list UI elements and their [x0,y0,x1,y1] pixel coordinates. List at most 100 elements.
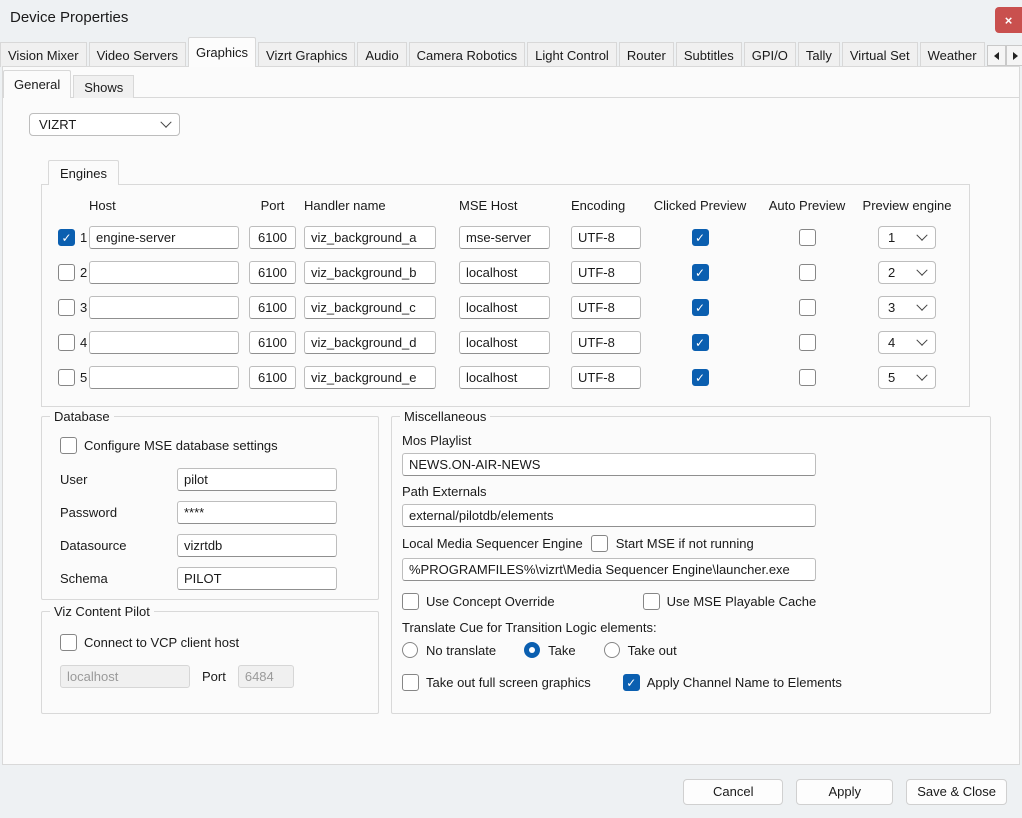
engine-5-handler-input[interactable] [304,366,436,389]
tab-tally[interactable]: Tally [798,42,840,67]
engine-2-number: 2 [80,265,87,280]
tab-router[interactable]: Router [619,42,674,67]
engine-3-handler-input[interactable] [304,296,436,319]
tab-audio[interactable]: Audio [357,42,406,67]
mse-launcher-path-input[interactable] [402,558,816,581]
apply-button[interactable]: Apply [796,779,893,805]
engine-3-mse-host-input[interactable] [459,296,550,319]
engine-1-number: 1 [80,230,87,245]
engine-2-enable-checkbox[interactable]: ✓ [58,264,75,281]
subtab-general[interactable]: General [3,70,71,98]
subtab-shows[interactable]: Shows [73,75,134,98]
vcp-port-input[interactable] [238,665,294,688]
check-icon: ✓ [695,302,705,314]
tab-vizrt-graphics[interactable]: Vizrt Graphics [258,42,355,67]
engine-3-encoding-input[interactable] [571,296,641,319]
engine-3-port-input[interactable] [249,296,296,319]
device-type-select[interactable]: VIZRT [29,113,180,136]
take-radio[interactable] [524,642,540,658]
engine-4-handler-input[interactable] [304,331,436,354]
take-out-full-screen-checkbox[interactable]: ✓ [402,674,419,691]
no-translate-radio[interactable] [402,642,418,658]
take-out-radio[interactable] [604,642,620,658]
path-externals-input[interactable] [402,504,816,527]
engine-2-mse-host-input[interactable] [459,261,550,284]
engine-4-auto-preview-checkbox[interactable]: ✓ [799,334,816,351]
use-mse-playable-cache-checkbox[interactable]: ✓ [643,593,660,610]
check-icon: ✓ [695,337,705,349]
engine-5-preview-engine-select[interactable]: 5 [878,366,936,389]
tab-scroll-right-button[interactable] [1006,45,1022,66]
engine-1-encoding-input[interactable] [571,226,641,249]
schema-input[interactable] [177,567,337,590]
tab-vision-mixer[interactable]: Vision Mixer [0,42,87,67]
radio-dot-icon [529,647,535,653]
connect-vcp-client-checkbox[interactable]: ✓ [60,634,77,651]
engine-2-preview-engine-value: 2 [888,265,895,280]
vcp-host-input[interactable] [60,665,190,688]
engine-3-host-input[interactable] [89,296,239,319]
engine-1-clicked-preview-checkbox[interactable]: ✓ [692,229,709,246]
tab-gpio[interactable]: GPI/O [744,42,796,67]
engine-1-preview-engine-select[interactable]: 1 [878,226,936,249]
tab-subtitles[interactable]: Subtitles [676,42,742,67]
engine-4-port-input[interactable] [249,331,296,354]
engine-5-auto-preview-checkbox[interactable]: ✓ [799,369,816,386]
engine-2-auto-preview-checkbox[interactable]: ✓ [799,264,816,281]
engine-3-number: 3 [80,300,87,315]
engine-3-enable-checkbox[interactable]: ✓ [58,299,75,316]
engine-2-handler-input[interactable] [304,261,436,284]
engine-1-mse-host-input[interactable] [459,226,550,249]
engine-4-enable-checkbox[interactable]: ✓ [58,334,75,351]
datasource-input[interactable] [177,534,337,557]
save-and-close-button[interactable]: Save & Close [906,779,1007,805]
engine-1-host-input[interactable] [89,226,239,249]
tab-weather[interactable]: Weather [920,42,985,67]
engine-1-preview-engine-value: 1 [888,230,895,245]
engine-3-auto-preview-checkbox[interactable]: ✓ [799,299,816,316]
engine-4-host-input[interactable] [89,331,239,354]
tab-camera-robotics[interactable]: Camera Robotics [409,42,525,67]
engine-2-preview-engine-select[interactable]: 2 [878,261,936,284]
tab-virtual-set[interactable]: Virtual Set [842,42,918,67]
close-button[interactable]: × [995,7,1022,33]
engine-2-encoding-input[interactable] [571,261,641,284]
engine-4-clicked-preview-checkbox[interactable]: ✓ [692,334,709,351]
window-title: Device Properties [10,9,128,26]
engine-5-port-input[interactable] [249,366,296,389]
tab-light-control[interactable]: Light Control [527,42,617,67]
engine-2-host-input[interactable] [89,261,239,284]
cancel-button[interactable]: Cancel [683,779,783,805]
engine-4-preview-engine-select[interactable]: 4 [878,331,936,354]
engine-4-encoding-input[interactable] [571,331,641,354]
engine-1-handler-input[interactable] [304,226,436,249]
engine-1-auto-preview-checkbox[interactable]: ✓ [799,229,816,246]
engine-4-mse-host-input[interactable] [459,331,550,354]
engine-5-enable-checkbox[interactable]: ✓ [58,369,75,386]
use-concept-override-checkbox[interactable]: ✓ [402,593,419,610]
engine-5-host-input[interactable] [89,366,239,389]
tab-graphics[interactable]: Graphics [188,37,256,67]
column-header-host: Host [89,198,239,213]
engines-tab[interactable]: Engines [48,160,119,185]
engine-5-clicked-preview-checkbox[interactable]: ✓ [692,369,709,386]
engine-2-clicked-preview-checkbox[interactable]: ✓ [692,264,709,281]
apply-channel-name-checkbox[interactable]: ✓ [623,674,640,691]
mos-playlist-input[interactable] [402,453,816,476]
password-input[interactable] [177,501,337,524]
start-mse-checkbox[interactable]: ✓ [591,535,608,552]
engines-tab-label: Engines [60,166,107,181]
engine-2-port-input[interactable] [249,261,296,284]
engine-3-preview-engine-select[interactable]: 3 [878,296,936,319]
engine-1-port-input[interactable] [249,226,296,249]
user-input[interactable] [177,468,337,491]
tab-scroll-left-button[interactable] [987,45,1006,66]
column-header-clicked-preview: Clicked Preview [641,198,759,213]
configure-mse-database-checkbox[interactable]: ✓ [60,437,77,454]
engine-3-clicked-preview-checkbox[interactable]: ✓ [692,299,709,316]
tab-video-servers[interactable]: Video Servers [89,42,186,67]
engine-5-encoding-input[interactable] [571,366,641,389]
engine-5-mse-host-input[interactable] [459,366,550,389]
column-header-mse-host: MSE Host [459,198,550,213]
engine-1-enable-checkbox[interactable]: ✓ [58,229,75,246]
